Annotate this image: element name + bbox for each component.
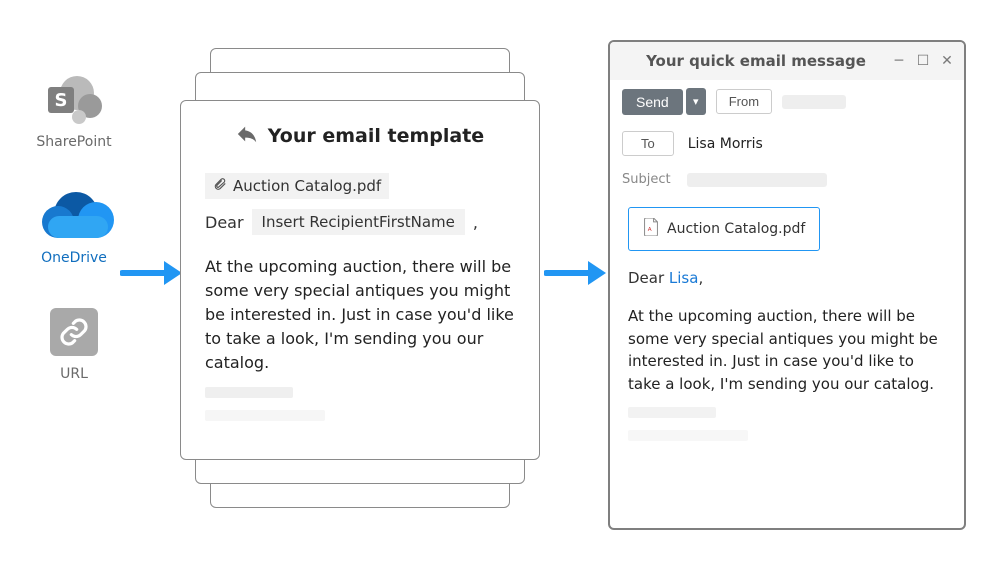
template-body: At the upcoming auction, there will be s… (205, 255, 515, 375)
minimize-icon[interactable]: ─ (892, 53, 906, 69)
macro-chip[interactable]: Insert RecipientFirstName (252, 209, 465, 235)
template-title: Your email template (268, 125, 484, 147)
to-button[interactable]: To (622, 131, 674, 156)
from-button[interactable]: From (716, 89, 772, 114)
send-button[interactable]: Send (622, 89, 683, 115)
email-compose-window: Your quick email message ─ ☐ ✕ Send ▾ Fr… (608, 40, 966, 530)
arrow-icon (120, 256, 184, 290)
source-url-label: URL (60, 366, 88, 382)
link-icon (42, 304, 106, 360)
email-greeting: Dear Lisa, (628, 269, 946, 287)
email-body-text: At the upcoming auction, there will be s… (628, 305, 946, 395)
placeholder-line (205, 387, 293, 398)
placeholder-line (628, 407, 716, 418)
arrow-icon (544, 256, 608, 290)
paperclip-icon (213, 177, 227, 195)
window-titlebar: Your quick email message ─ ☐ ✕ (610, 42, 964, 80)
subject-label: Subject (622, 172, 671, 187)
template-greeting: Dear Insert RecipientFirstName , (205, 209, 515, 235)
source-sharepoint-label: SharePoint (36, 134, 111, 150)
reply-icon (236, 123, 258, 149)
source-onedrive-label: OneDrive (41, 250, 107, 266)
pdf-icon: A (643, 218, 659, 240)
svg-text:A: A (648, 227, 652, 233)
onedrive-icon (42, 188, 106, 244)
from-value-placeholder (782, 95, 846, 109)
window-title: Your quick email message (620, 52, 892, 70)
email-attachment[interactable]: A Auction Catalog.pdf (628, 207, 820, 251)
chevron-down-icon: ▾ (693, 95, 699, 108)
to-recipient[interactable]: Lisa Morris (688, 136, 763, 152)
subject-input-placeholder[interactable] (687, 173, 827, 187)
email-attachment-name: Auction Catalog.pdf (667, 221, 805, 237)
recipient-name-link[interactable]: Lisa (669, 269, 699, 287)
template-attachment[interactable]: Auction Catalog.pdf (205, 173, 389, 199)
source-onedrive[interactable]: OneDrive (41, 188, 107, 266)
template-attachment-name: Auction Catalog.pdf (233, 177, 381, 195)
source-sharepoint[interactable]: S SharePoint (36, 72, 111, 150)
placeholder-line (628, 430, 748, 441)
sharepoint-icon: S (42, 72, 106, 128)
send-dropdown[interactable]: ▾ (686, 88, 706, 115)
close-icon[interactable]: ✕ (940, 53, 954, 69)
source-url[interactable]: URL (42, 304, 106, 382)
source-list: S SharePoint OneDrive URL (24, 72, 124, 382)
placeholder-line (205, 410, 325, 421)
maximize-icon[interactable]: ☐ (916, 53, 930, 69)
